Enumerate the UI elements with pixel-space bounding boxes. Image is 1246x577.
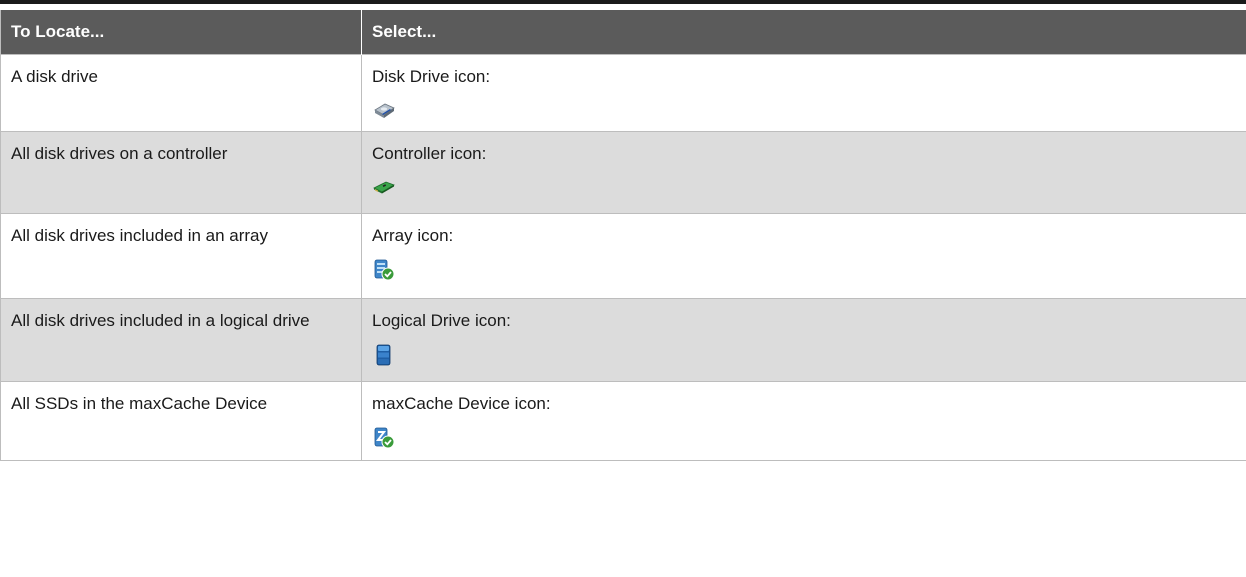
top-rule xyxy=(0,0,1246,4)
select-cell: Array icon: xyxy=(361,213,1246,299)
array-icon xyxy=(372,258,396,282)
controller-icon xyxy=(372,176,396,200)
disk-drive-icon xyxy=(372,99,396,123)
locate-table: To Locate... Select... A disk drive Disk… xyxy=(0,10,1246,461)
select-label: Array icon: xyxy=(372,226,454,245)
maxcache-device-icon xyxy=(372,426,396,450)
table-row: All disk drives on a controller Controll… xyxy=(0,131,1246,214)
select-cell: maxCache Device icon: xyxy=(361,381,1246,461)
table-row: All disk drives included in an array Arr… xyxy=(0,213,1246,299)
select-label: Disk Drive icon: xyxy=(372,67,491,86)
select-label: maxCache Device icon: xyxy=(372,394,551,413)
table-row: A disk drive Disk Drive icon: xyxy=(0,54,1246,132)
locate-cell: All SSDs in the maxCache Device xyxy=(0,381,362,461)
locate-cell: All disk drives included in a logical dr… xyxy=(0,298,362,382)
logical-drive-icon xyxy=(372,343,396,367)
select-cell: Disk Drive icon: xyxy=(361,54,1246,132)
select-label: Controller icon: xyxy=(372,144,487,163)
select-cell: Logical Drive icon: xyxy=(361,298,1246,382)
header-select: Select... xyxy=(361,10,1246,55)
header-to-locate: To Locate... xyxy=(0,10,362,55)
table-row: All SSDs in the maxCache Device maxCache… xyxy=(0,381,1246,461)
locate-cell: A disk drive xyxy=(0,54,362,132)
table-header-row: To Locate... Select... xyxy=(0,10,1246,55)
select-cell: Controller icon: xyxy=(361,131,1246,214)
locate-cell: All disk drives included in an array xyxy=(0,213,362,299)
select-label: Logical Drive icon: xyxy=(372,311,511,330)
table-row: All disk drives included in a logical dr… xyxy=(0,298,1246,382)
locate-cell: All disk drives on a controller xyxy=(0,131,362,214)
